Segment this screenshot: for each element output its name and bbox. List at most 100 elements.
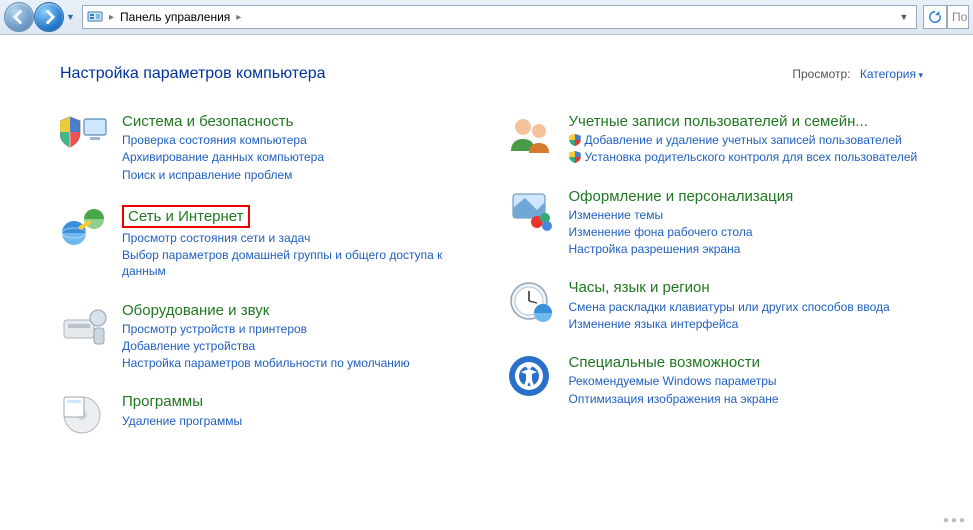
category-links: Проверка состояния компьютераАрхивирован… [122, 132, 487, 183]
category-link[interactable]: Настройка параметров мобильности по умол… [122, 355, 487, 371]
hardware-icon [60, 302, 108, 350]
category-title[interactable]: Оборудование и звук [122, 302, 269, 319]
category-link-text: Смена раскладки клавиатуры или других сп… [569, 299, 890, 315]
accessibility-icon [507, 354, 555, 402]
category-body: Специальные возможности Рекомендуемые Win… [569, 354, 934, 407]
category-title[interactable]: Специальные возможности [569, 354, 761, 371]
category-link-text: Просмотр устройств и принтеров [122, 321, 307, 337]
category-links: Рекомендуемые Windows параметры Оптимизац… [569, 373, 934, 406]
uac-shield-icon [569, 151, 581, 163]
category-link-text: Добавление устройства [122, 338, 255, 354]
category-link-text: Изменение темы [569, 207, 664, 223]
category-link-text: Добавление и удаление учетных записей по… [585, 132, 902, 148]
category-left-1: Сеть и ИнтернетПросмотр состояния сети и… [60, 205, 487, 280]
heading-row: Настройка параметров компьютера Просмотр… [60, 65, 933, 83]
category-left-3: Программы Удаление программы [60, 393, 487, 441]
category-link[interactable]: Удаление программы [122, 413, 487, 429]
category-link-text: Рекомендуемые Windows параметры [569, 373, 777, 389]
view-value[interactable]: Категория [860, 67, 923, 81]
category-link-text: Оптимизация изображения на экране [569, 391, 779, 407]
category-link[interactable]: Архивирование данных компьютера [122, 149, 487, 165]
watermark-dots: ●●● [943, 515, 967, 526]
uac-shield-icon [569, 134, 581, 146]
category-link[interactable]: Установка родительского контроля для все… [569, 149, 934, 165]
category-left-2: Оборудование и звук Просмотр устройств и … [60, 302, 487, 372]
category-link[interactable]: Просмотр состояния сети и задач [122, 230, 487, 246]
view-label: Просмотр: [792, 67, 850, 81]
category-link[interactable]: Изменение темы [569, 207, 934, 223]
category-link-text: Настройка разрешения экрана [569, 241, 741, 257]
category-links: Изменение темыИзменение фона рабочего ст… [569, 207, 934, 258]
category-link[interactable]: Настройка разрешения экрана [569, 241, 934, 257]
control-panel-icon [87, 9, 103, 25]
category-title[interactable]: Сеть и Интернет [122, 205, 250, 228]
category-columns: Система и безопасность Проверка состояния… [60, 113, 933, 441]
category-link[interactable]: Рекомендуемые Windows параметры [569, 373, 934, 389]
address-dropdown-icon[interactable]: ▼ [896, 12, 912, 22]
category-link-text: Установка родительского контроля для все… [585, 149, 918, 165]
category-links: Удаление программы [122, 413, 487, 429]
category-link[interactable]: Изменение языка интерфейса [569, 316, 934, 332]
back-button[interactable] [4, 2, 34, 32]
right-column: Учетные записи пользователей и семейн...… [507, 113, 934, 441]
programs-icon [60, 393, 108, 441]
category-link[interactable]: Поиск и исправление проблем [122, 167, 487, 183]
search-placeholder: По [952, 10, 967, 24]
category-body: Система и безопасность Проверка состояния… [122, 113, 487, 183]
breadcrumb-sep-icon: ▸ [236, 12, 241, 23]
forward-button[interactable] [34, 2, 64, 32]
left-column: Система и безопасность Проверка состояния… [60, 113, 487, 441]
category-link-text: Изменение фона рабочего стола [569, 224, 753, 240]
category-link-text: Удаление программы [122, 413, 242, 429]
address-bar[interactable]: ▸ Панель управления ▸ ▼ [82, 5, 917, 29]
page-title: Настройка параметров компьютера [60, 65, 326, 83]
users-icon [507, 113, 555, 161]
category-link[interactable]: Проверка состояния компьютера [122, 132, 487, 148]
nav-history-dropdown[interactable]: ▼ [66, 12, 76, 22]
category-title[interactable]: Часы, язык и регион [569, 279, 710, 296]
breadcrumb-root[interactable]: Панель управления [120, 10, 230, 24]
category-link[interactable]: Добавление устройства [122, 338, 487, 354]
category-title[interactable]: Система и безопасность [122, 113, 293, 130]
network-icon [60, 205, 108, 253]
clock-icon [507, 279, 555, 327]
category-title[interactable]: Учетные записи пользователей и семейн... [569, 113, 868, 130]
category-body: Учетные записи пользователей и семейн...… [569, 113, 934, 166]
category-body: Сеть и ИнтернетПросмотр состояния сети и… [122, 205, 487, 280]
category-link-text: Выбор параметров домашней группы и общег… [122, 247, 487, 279]
category-left-0: Система и безопасность Проверка состояния… [60, 113, 487, 183]
category-body: Программы Удаление программы [122, 393, 487, 428]
category-link[interactable]: Оптимизация изображения на экране [569, 391, 934, 407]
category-body: Часы, язык и регион Смена раскладки клави… [569, 279, 934, 332]
category-links: Смена раскладки клавиатуры или других сп… [569, 299, 934, 332]
category-body: Оборудование и звук Просмотр устройств и … [122, 302, 487, 372]
category-link[interactable]: Выбор параметров домашней группы и общег… [122, 247, 487, 279]
category-link-text: Настройка параметров мобильности по умол… [122, 355, 410, 371]
search-box[interactable]: По [947, 5, 969, 29]
category-title[interactable]: Программы [122, 393, 203, 410]
category-link-text: Проверка состояния компьютера [122, 132, 307, 148]
category-link-text: Архивирование данных компьютера [122, 149, 324, 165]
category-right-1: Оформление и персонализация Изменение тем… [507, 188, 934, 258]
category-right-3: Специальные возможности Рекомендуемые Win… [507, 354, 934, 407]
content-area: Настройка параметров компьютера Просмотр… [0, 35, 973, 441]
category-link[interactable]: Просмотр устройств и принтеров [122, 321, 487, 337]
breadcrumb-sep-icon: ▸ [109, 12, 114, 23]
category-link[interactable]: Добавление и удаление учетных записей по… [569, 132, 934, 148]
category-link-text: Изменение языка интерфейса [569, 316, 739, 332]
category-links: Просмотр состояния сети и задачВыбор пар… [122, 230, 487, 280]
category-link-text: Просмотр состояния сети и задач [122, 230, 310, 246]
appearance-icon [507, 188, 555, 236]
category-link[interactable]: Изменение фона рабочего стола [569, 224, 934, 240]
category-link[interactable]: Смена раскладки клавиатуры или других сп… [569, 299, 934, 315]
category-body: Оформление и персонализация Изменение тем… [569, 188, 934, 258]
refresh-button[interactable] [923, 5, 947, 29]
category-right-0: Учетные записи пользователей и семейн...… [507, 113, 934, 166]
category-right-2: Часы, язык и регион Смена раскладки клави… [507, 279, 934, 332]
shield-monitor-icon [60, 113, 108, 161]
address-toolbar: ▼ ▸ Панель управления ▸ ▼ По [0, 0, 973, 35]
category-title[interactable]: Оформление и персонализация [569, 188, 794, 205]
view-selector[interactable]: Просмотр: Категория [792, 67, 923, 81]
category-links: Добавление и удаление учетных записей по… [569, 132, 934, 165]
category-links: Просмотр устройств и принтеровДобавление… [122, 321, 487, 372]
